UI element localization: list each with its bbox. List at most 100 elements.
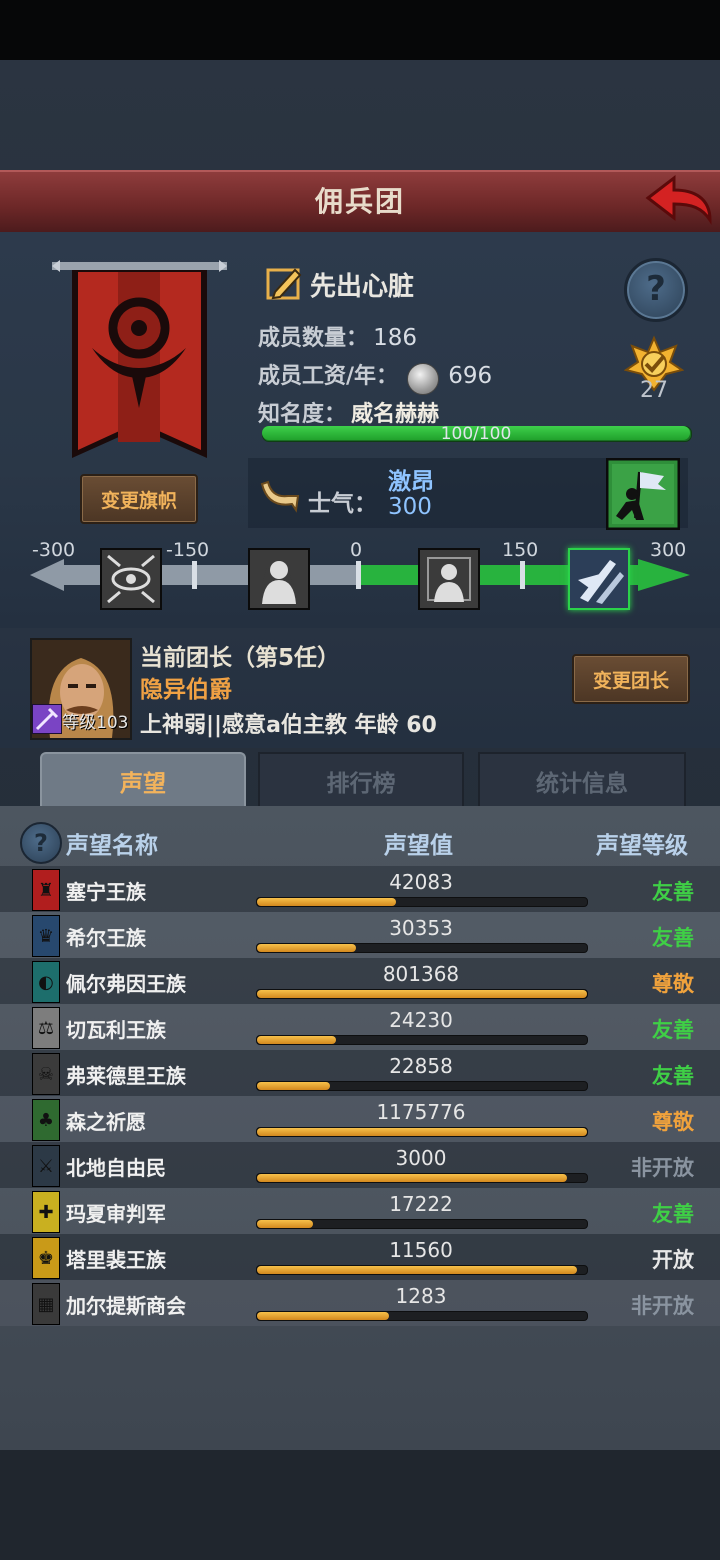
table-row[interactable]: ☠ 弗莱德里王族 22858 友善 <box>0 1050 720 1096</box>
reputation-level: 友善 <box>652 926 694 950</box>
reputation-bar-fill <box>257 1128 587 1136</box>
table-row[interactable]: ⚔ 北地自由民 3000 非开放 <box>0 1142 720 1188</box>
faction-name: 弗莱德里王族 <box>66 1064 186 1088</box>
guild-banner <box>52 258 227 473</box>
leader-level: 等级103 <box>62 713 129 733</box>
faction-crest-icon: ♣ <box>32 1099 60 1141</box>
faction-name: 玛夏审判军 <box>66 1202 166 1226</box>
guild-banner-icon <box>52 260 227 458</box>
reputation-bar-fill <box>257 1312 389 1320</box>
leader-title: 当前团长（第5任） <box>140 645 341 671</box>
guild-name: 先出心脏 <box>310 272 415 302</box>
table-row[interactable]: ⚖ 切瓦利王族 24230 友善 <box>0 1004 720 1050</box>
reputation-level: 友善 <box>652 880 694 904</box>
morale-label: 士气： <box>308 491 377 517</box>
members-value: 186 <box>373 325 418 351</box>
table-row[interactable]: ♚ 塔里裴王族 11560 开放 <box>0 1234 720 1280</box>
reputation-value: 22858 <box>389 1054 453 1078</box>
page-title: 佣兵团 <box>314 185 405 218</box>
table-row[interactable]: ♜ 塞宁王族 42083 友善 <box>0 866 720 912</box>
reputation-level: 尊敬 <box>652 1110 694 1134</box>
leader-info: 上神弱||感意a伯主教 年龄 60 <box>140 713 437 738</box>
tab-ranking[interactable]: 排行榜 <box>258 752 464 810</box>
faction-crest-icon: ⚔ <box>32 1145 60 1187</box>
scale-left-arrow <box>30 559 64 591</box>
wage-label: 成员工资/年： <box>258 364 399 389</box>
reputation-value: 1175776 <box>376 1100 466 1124</box>
reputation-value: 30353 <box>389 916 453 940</box>
faction-name: 佩尔弗因王族 <box>66 972 186 996</box>
scale-tick <box>520 561 525 589</box>
faction-name: 塞宁王族 <box>66 880 146 904</box>
silver-coin-icon <box>407 362 440 395</box>
reputation-bar-fill <box>257 1082 330 1090</box>
scale-tick <box>356 561 361 589</box>
reputation-bar-fill <box>257 898 396 906</box>
bottom-area <box>0 1450 720 1560</box>
morale-state-despair-icon[interactable] <box>248 548 310 610</box>
scale-label-150: 150 <box>502 539 539 561</box>
change-leader-button[interactable]: 变更团长 <box>572 654 690 704</box>
scale-tick <box>192 561 197 589</box>
faction-name: 加尔提斯商会 <box>66 1294 186 1318</box>
tab-statistics[interactable]: 统计信息 <box>478 752 686 810</box>
tab-reputation[interactable]: 声望 <box>40 752 246 808</box>
reputation-value: 1283 <box>395 1284 447 1308</box>
reputation-level: 友善 <box>652 1202 694 1226</box>
morale-state-collapse-icon[interactable] <box>100 548 162 610</box>
faction-name: 切瓦利王族 <box>66 1018 166 1042</box>
faction-crest-icon: ⚖ <box>32 1007 60 1049</box>
table-row[interactable]: ✚ 玛夏审判军 17222 友善 <box>0 1188 720 1234</box>
column-header-level: 声望等级 <box>596 833 688 859</box>
faction-crest-icon: ✚ <box>32 1191 60 1233</box>
scale-right-arrow <box>638 559 690 591</box>
change-flag-button[interactable]: 变更旗帜 <box>80 474 198 524</box>
faction-crest-icon: ◐ <box>32 961 60 1003</box>
table-row[interactable]: ♛ 希尔王族 30353 友善 <box>0 912 720 958</box>
wage-row: 成员工资/年： 696 <box>258 358 492 395</box>
reputation-value: 801368 <box>382 962 460 986</box>
morale-state: 激昂 <box>388 469 434 495</box>
morale-value: 300 <box>388 494 432 520</box>
scale-label-neg300: -300 <box>32 539 76 561</box>
reputation-bar-fill <box>257 1266 577 1274</box>
morale-state-inspired-icon[interactable] <box>568 548 630 610</box>
column-header-value: 声望值 <box>384 833 453 859</box>
reputation-bar-fill <box>257 1174 567 1182</box>
scale-label-zero: 0 <box>350 539 363 561</box>
faction-crest-icon: ♚ <box>32 1237 60 1279</box>
horn-icon <box>258 478 300 514</box>
faction-crest-icon: ♛ <box>32 915 60 957</box>
reputation-value: 17222 <box>389 1192 453 1216</box>
reputation-level: 友善 <box>652 1018 694 1042</box>
reputation-help-icon[interactable]: ? <box>20 822 62 864</box>
reputation-level: 友善 <box>652 1064 694 1088</box>
reputation-bar-fill <box>257 1036 336 1044</box>
leader-name: 隐异伯爵 <box>140 677 232 703</box>
table-row[interactable]: ♣ 森之祈愿 1175776 尊敬 <box>0 1096 720 1142</box>
faction-name: 北地自由民 <box>66 1156 166 1180</box>
faction-name: 希尔王族 <box>66 926 146 950</box>
reputation-value: 11560 <box>389 1238 453 1262</box>
back-button[interactable] <box>644 174 714 226</box>
faction-crest-icon: ▦ <box>32 1283 60 1325</box>
morale-flag-icon[interactable] <box>605 457 681 531</box>
scale-label-300: 300 <box>650 539 687 561</box>
members-label: 成员数量： <box>258 326 369 351</box>
class-icon <box>32 704 62 734</box>
wage-value: 696 <box>448 363 493 389</box>
reputation-bar-fill <box>257 944 356 952</box>
table-row[interactable]: ▦ 加尔提斯商会 1283 非开放 <box>0 1280 720 1326</box>
faction-crest-icon: ☠ <box>32 1053 60 1095</box>
edit-name-icon[interactable] <box>265 264 303 302</box>
faction-crest-icon: ♜ <box>32 869 60 911</box>
help-icon[interactable]: ? <box>624 258 688 322</box>
morale-state-calm-icon[interactable] <box>418 548 480 610</box>
table-row[interactable]: ◐ 佩尔弗因王族 801368 尊敬 <box>0 958 720 1004</box>
column-header-name: 声望名称 <box>66 833 158 859</box>
scale-label-neg150: -150 <box>166 539 210 561</box>
status-bar-area <box>0 0 720 60</box>
reputation-level: 非开放 <box>631 1294 694 1318</box>
faction-name: 森之祈愿 <box>66 1110 146 1134</box>
faction-name: 塔里裴王族 <box>66 1248 166 1272</box>
